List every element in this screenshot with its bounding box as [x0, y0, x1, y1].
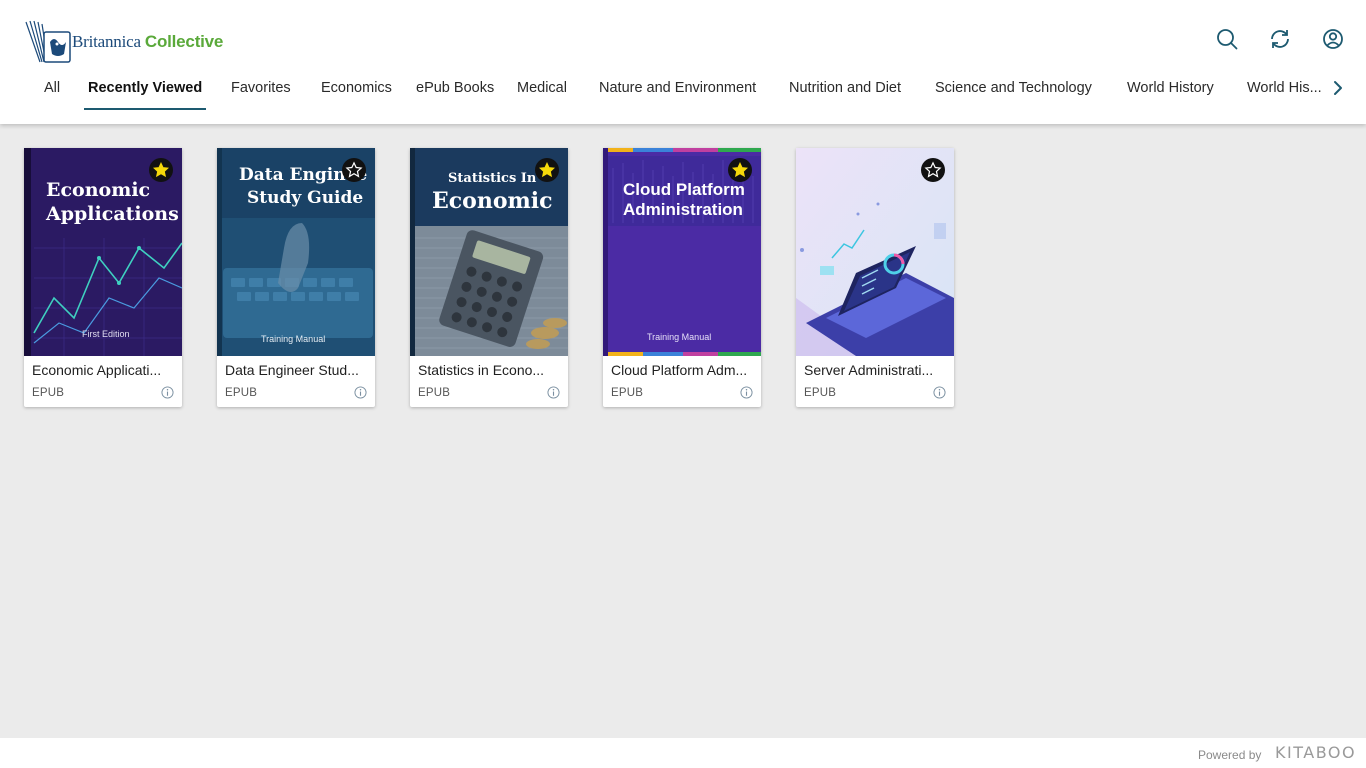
info-icon[interactable]	[161, 386, 174, 399]
refresh-icon[interactable]	[1268, 27, 1292, 51]
cover-title-line2: Administration	[623, 200, 743, 219]
cover-title-line2: Study Guide	[247, 188, 363, 208]
cover-title-line1: Statistics In	[448, 171, 537, 186]
tab-nature-and-environment[interactable]: Nature and Environment	[599, 72, 756, 108]
book-title: Data Engineer Stud...	[225, 362, 359, 378]
book-title: Economic Applicati...	[32, 362, 162, 378]
book-title: Statistics in Econo...	[418, 362, 545, 378]
britannica-logo-icon	[25, 20, 71, 63]
cover-footer: Training Manual	[647, 332, 711, 342]
info-icon[interactable]	[740, 386, 753, 399]
account-icon[interactable]	[1321, 27, 1345, 51]
book-format: EPUB	[804, 387, 837, 399]
cover-title-line2: Economic	[432, 188, 553, 214]
search-icon[interactable]	[1215, 27, 1239, 51]
book-card[interactable]: Cloud Platform Administration Training M…	[603, 148, 761, 407]
cover-title-line1: Cloud Platform	[623, 180, 745, 199]
kitaboo-logo: KITABOO	[1275, 743, 1357, 762]
book-title: Server Administrati...	[804, 362, 934, 378]
brand-name: Britannica	[72, 32, 141, 51]
book-format: EPUB	[225, 387, 258, 399]
favorite-star-button[interactable]	[535, 158, 559, 182]
tab-world-history-2[interactable]: World His...	[1247, 72, 1322, 108]
category-tabs: All Recently Viewed Favorites Economics …	[0, 72, 1366, 110]
cover-edition: First Edition	[82, 329, 130, 339]
star-outline-icon	[345, 161, 363, 178]
cover-title-line1: Economic	[46, 179, 150, 201]
app-header: Britannica Collective All Recently Viewe…	[0, 0, 1366, 124]
tab-medical[interactable]: Medical	[517, 72, 567, 108]
info-icon[interactable]	[933, 386, 946, 399]
tab-science-and-technology[interactable]: Science and Technology	[935, 72, 1092, 108]
favorite-star-button[interactable]	[342, 158, 366, 182]
info-icon[interactable]	[547, 386, 560, 399]
tab-all[interactable]: All	[44, 72, 60, 108]
book-card[interactable]: Economic Applications First Edition Econ…	[24, 148, 182, 407]
tab-epub-books[interactable]: ePub Books	[416, 72, 494, 108]
book-card[interactable]: Data Enginee Study Guide Training Manual…	[217, 148, 375, 407]
favorite-star-button[interactable]	[149, 158, 173, 182]
brand-accent-name: Collective	[144, 32, 224, 51]
star-filled-icon	[732, 161, 748, 178]
tab-nutrition-and-diet[interactable]: Nutrition and Diet	[789, 72, 901, 108]
footer: Powered by KITABOO	[0, 738, 1366, 768]
book-format: EPUB	[611, 387, 644, 399]
cover-footer: Training Manual	[261, 334, 325, 344]
powered-by-label: Powered by	[1198, 748, 1262, 762]
favorite-star-button[interactable]	[728, 158, 752, 182]
tab-world-history[interactable]: World History	[1127, 72, 1214, 108]
book-card[interactable]: Server Administrati... EPUB	[796, 148, 954, 407]
book-title: Cloud Platform Adm...	[611, 362, 748, 378]
star-filled-icon	[153, 161, 169, 178]
book-format: EPUB	[32, 387, 65, 399]
tab-favorites[interactable]: Favorites	[231, 72, 291, 108]
tab-economics[interactable]: Economics	[321, 72, 392, 108]
tab-recently-viewed[interactable]: Recently Viewed	[83, 72, 207, 110]
book-format: EPUB	[418, 387, 451, 399]
favorite-star-button[interactable]	[921, 158, 945, 182]
chevron-right-icon[interactable]	[1330, 79, 1346, 97]
star-filled-icon	[539, 161, 555, 178]
info-icon[interactable]	[354, 386, 367, 399]
star-outline-icon	[924, 161, 942, 178]
britannica-collective-logo[interactable]: Britannica Collective	[22, 18, 223, 66]
book-card[interactable]: Statistics In Economic Statistics in Eco…	[410, 148, 568, 407]
cover-title-line2: Applications	[45, 203, 179, 225]
